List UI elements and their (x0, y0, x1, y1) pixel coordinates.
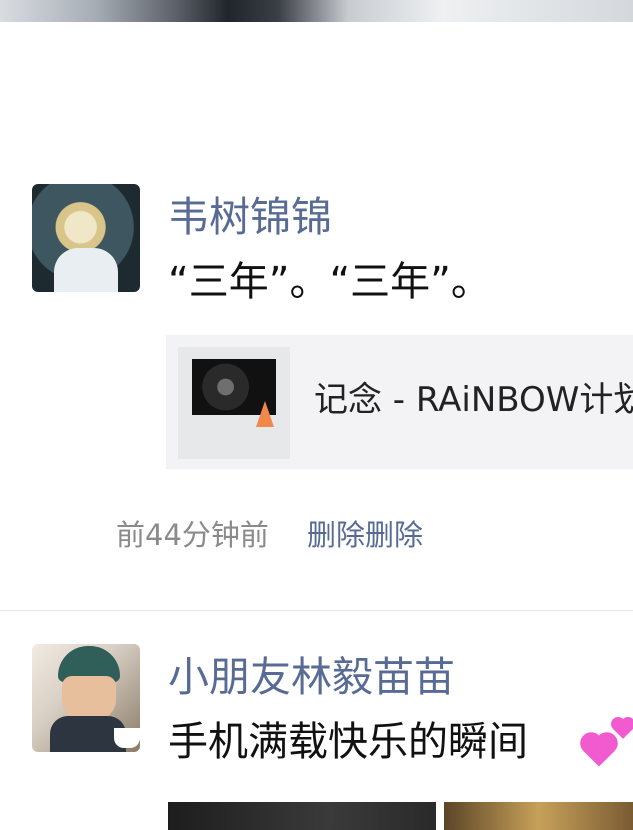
post-author[interactable]: 小朋友林毅苗苗 (168, 657, 455, 698)
post-author[interactable]: 韦树锦锦 (168, 197, 332, 238)
heart-icon (613, 719, 633, 739)
post-time: 前44分钟前 (116, 518, 269, 552)
avatar-cup (114, 728, 140, 748)
post-text: 手机满载快乐的瞬间 (168, 719, 528, 765)
shared-link-card[interactable]: 记念 - RAiNBOW计划 (166, 335, 633, 469)
avatar-face (62, 676, 116, 720)
avatar[interactable] (32, 644, 140, 752)
post-photo[interactable] (168, 802, 436, 830)
delete-button[interactable]: 删除删除 (307, 521, 423, 550)
avatar[interactable] (32, 184, 140, 292)
heart-icon (583, 735, 615, 767)
post-photo[interactable] (444, 802, 633, 830)
thumbnail-cone (256, 401, 274, 427)
cover-image (0, 0, 633, 22)
post-text: “三年”。“三年”。 (168, 259, 491, 305)
link-thumbnail (178, 347, 290, 459)
post-divider (0, 610, 633, 611)
link-title: 记念 - RAiNBOW计划 (314, 380, 633, 420)
avatar-figure (54, 248, 118, 292)
moments-feed: 韦树锦锦 “三年”。“三年”。 记念 - RAiNBOW计划 前44分钟前 删除… (0, 0, 633, 830)
